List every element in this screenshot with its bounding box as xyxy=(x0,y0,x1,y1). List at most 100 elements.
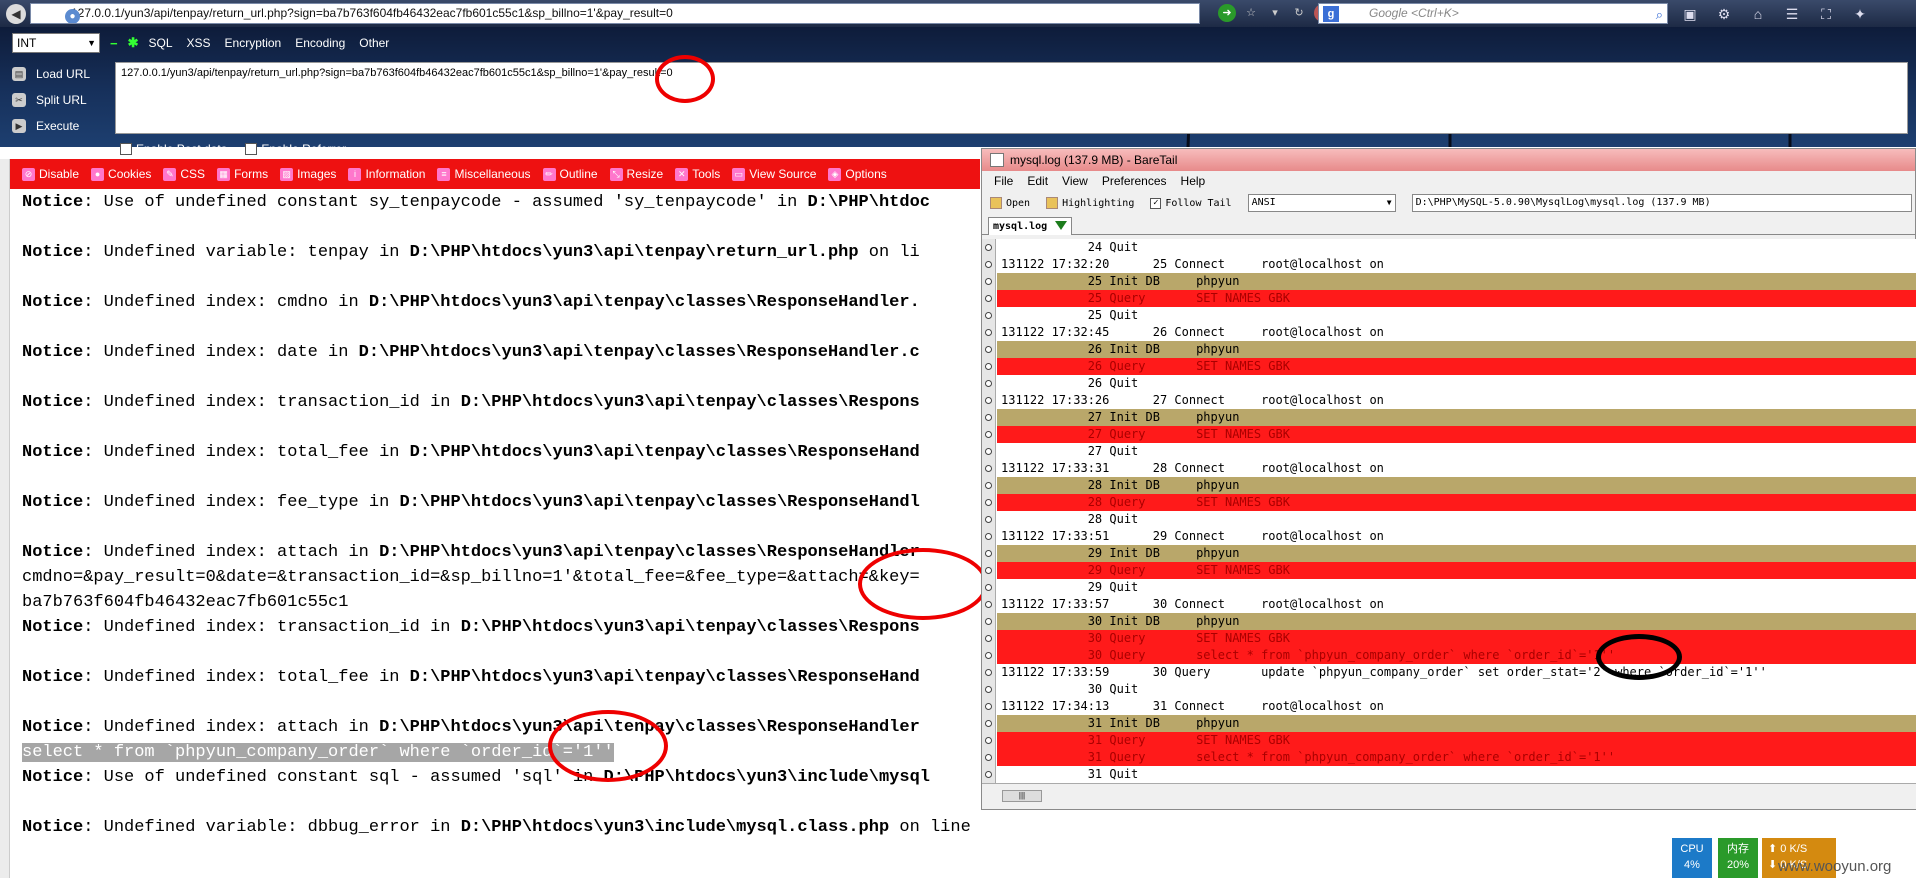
dropdown-icon[interactable]: ▾ xyxy=(1266,4,1284,22)
bookmark-dot-icon[interactable] xyxy=(985,703,992,710)
menu-help[interactable]: Help xyxy=(1181,171,1206,191)
menu-xss[interactable]: XSS xyxy=(187,36,211,50)
bookmark-dot-icon[interactable] xyxy=(985,295,992,302)
checkbox-checked[interactable]: ✓ xyxy=(1150,197,1162,209)
menu-encryption[interactable]: Encryption xyxy=(225,36,282,50)
open-button[interactable]: Open xyxy=(990,197,1030,209)
bookmark-dot-icon[interactable] xyxy=(985,261,992,268)
bookmark-dot-icon[interactable] xyxy=(985,482,992,489)
tab-mysql-log[interactable]: mysql.log xyxy=(988,217,1073,235)
extension-icon[interactable]: ✦ xyxy=(1850,4,1870,24)
bookmark-dot-icon[interactable] xyxy=(985,465,992,472)
baretail-app-icon xyxy=(990,153,1004,167)
bookmark-dot-icon[interactable] xyxy=(985,414,992,421)
checkbox-box[interactable] xyxy=(120,143,132,155)
menu-file[interactable]: File xyxy=(994,171,1013,191)
wd-options[interactable]: ◈ Options xyxy=(828,167,887,181)
home-icon[interactable]: ⌂ xyxy=(1748,4,1768,24)
menu-view[interactable]: View xyxy=(1062,171,1088,191)
bookmark-dot-icon[interactable] xyxy=(985,771,992,778)
bookmark-dot-icon[interactable] xyxy=(985,720,992,727)
hackbar-side-buttons: ▤ Load URL ✂ Split URL ▶ Execute xyxy=(12,61,108,139)
wd-disable[interactable]: ⊘ Disable xyxy=(22,167,79,181)
wd-resize[interactable]: ⤡ Resize xyxy=(609,167,663,181)
execute-button[interactable]: ▶ Execute xyxy=(12,113,108,139)
hackbar-options: Enable Post data Enable Referrer xyxy=(120,142,346,156)
decrement-icon[interactable]: − xyxy=(110,36,118,51)
bookmark-dot-icon[interactable] xyxy=(985,397,992,404)
bookmark-dot-icon[interactable] xyxy=(985,431,992,438)
wd-miscellaneous[interactable]: ≡ Miscellaneous xyxy=(437,167,531,181)
bookmark-dot-icon[interactable] xyxy=(985,754,992,761)
bookmark-dot-icon[interactable] xyxy=(985,278,992,285)
menu-preferences[interactable]: Preferences xyxy=(1102,171,1167,191)
bookmark-dot-icon[interactable] xyxy=(985,550,992,557)
menu-encoding[interactable]: Encoding xyxy=(295,36,345,50)
baretail-titlebar[interactable]: mysql.log (137.9 MB) - BareTail xyxy=(982,149,1915,171)
bookmark-dot-icon[interactable] xyxy=(985,618,992,625)
scrollbar-thumb[interactable]: ||| xyxy=(1002,790,1042,802)
enable-referrer-checkbox[interactable]: Enable Referrer xyxy=(245,142,346,156)
type-select[interactable]: INT xyxy=(12,33,100,53)
wd-css[interactable]: ✎ CSS xyxy=(163,167,205,181)
menu-edit[interactable]: Edit xyxy=(1027,171,1048,191)
wd-images[interactable]: ▨ Images xyxy=(280,167,336,181)
bookmark-dot-icon[interactable] xyxy=(985,499,992,506)
wd-forms[interactable]: ▦ Forms xyxy=(217,167,268,181)
bookmark-dot-icon[interactable] xyxy=(985,567,992,574)
wd-outline[interactable]: ✏ Outline xyxy=(542,167,598,181)
log-view[interactable]: 24 Quit 131122 17:32:20 25 Connect root@l… xyxy=(982,239,1916,783)
bookmark-dot-icon[interactable] xyxy=(985,363,992,370)
highlighting-label: Highlighting xyxy=(1062,197,1135,209)
star-icon[interactable]: ☆ xyxy=(1242,4,1260,22)
page-content: Notice: Use of undefined constant sy_ten… xyxy=(10,189,980,878)
bookmark-dot-icon[interactable] xyxy=(985,686,992,693)
load-url-button[interactable]: ▤ Load URL xyxy=(12,61,108,87)
increment-icon[interactable]: ✱ xyxy=(128,35,139,51)
horizontal-scrollbar[interactable]: ||| xyxy=(982,783,1916,809)
settings-icon[interactable]: ⚙ xyxy=(1714,4,1734,24)
bookmark-dot-icon[interactable] xyxy=(985,346,992,353)
bookmark-dot-icon[interactable] xyxy=(985,652,992,659)
screenshot-icon[interactable]: ▣ xyxy=(1680,4,1700,24)
checkbox-box[interactable] xyxy=(245,143,258,155)
back-icon[interactable]: ◀ xyxy=(6,4,26,24)
wd-tools[interactable]: ✕ Tools xyxy=(675,167,720,181)
bookmark-dot-icon[interactable] xyxy=(985,669,992,676)
menu-other[interactable]: Other xyxy=(359,36,389,50)
url-field[interactable]: ● 127.0.0.1/yun3/api/tenpay/return_url.p… xyxy=(30,3,1200,24)
bookmark-dot-icon[interactable] xyxy=(985,312,992,319)
search-input[interactable]: g Google <Ctrl+K> ⌕ xyxy=(1318,3,1668,24)
left-scrollbar[interactable] xyxy=(0,159,10,878)
bookmark-dot-icon[interactable] xyxy=(985,448,992,455)
wd-information[interactable]: i Information xyxy=(348,167,425,181)
reload-icon[interactable]: ↻ xyxy=(1290,4,1308,22)
highlighting-button[interactable]: Highlighting xyxy=(1046,197,1134,209)
encoding-select[interactable]: ANSI xyxy=(1247,194,1396,212)
notice-line: Notice: Undefined index: cmdno in D:\PHP… xyxy=(22,293,920,312)
fullscreen-icon[interactable]: ⛶ xyxy=(1816,4,1836,24)
enable-post-checkbox[interactable]: Enable Post data xyxy=(120,142,227,156)
log-row: 131122 17:33:57 30 Connect root@localhos… xyxy=(997,596,1916,613)
wd-view-source[interactable]: ▭ View Source xyxy=(732,167,816,181)
google-icon[interactable]: g xyxy=(1323,6,1339,22)
menu-sql[interactable]: SQL xyxy=(149,36,173,50)
menu-icon[interactable]: ☰ xyxy=(1782,4,1802,24)
hackbar-url-textarea[interactable]: 127.0.0.1/yun3/api/tenpay/return_url.php… xyxy=(115,62,1908,134)
bookmark-dot-icon[interactable] xyxy=(985,244,992,251)
bookmark-dot-icon[interactable] xyxy=(985,516,992,523)
bookmark-dot-icon[interactable] xyxy=(985,601,992,608)
bookmark-dot-icon[interactable] xyxy=(985,533,992,540)
go-icon[interactable]: ➜ xyxy=(1218,4,1236,22)
bookmark-dot-icon[interactable] xyxy=(985,737,992,744)
wd-cookies[interactable]: ● Cookies xyxy=(91,167,151,181)
bookmark-dot-icon[interactable] xyxy=(985,329,992,336)
site-icon: ● xyxy=(65,9,80,23)
log-row: 28 Quit xyxy=(997,511,1916,528)
bookmark-dot-icon[interactable] xyxy=(985,635,992,642)
bookmark-dot-icon[interactable] xyxy=(985,380,992,387)
split-url-button[interactable]: ✂ Split URL xyxy=(12,87,108,113)
bookmark-dot-icon[interactable] xyxy=(985,584,992,591)
search-icon[interactable]: ⌕ xyxy=(1656,5,1663,24)
follow-tail-checkbox[interactable]: ✓ Follow Tail xyxy=(1150,197,1232,209)
